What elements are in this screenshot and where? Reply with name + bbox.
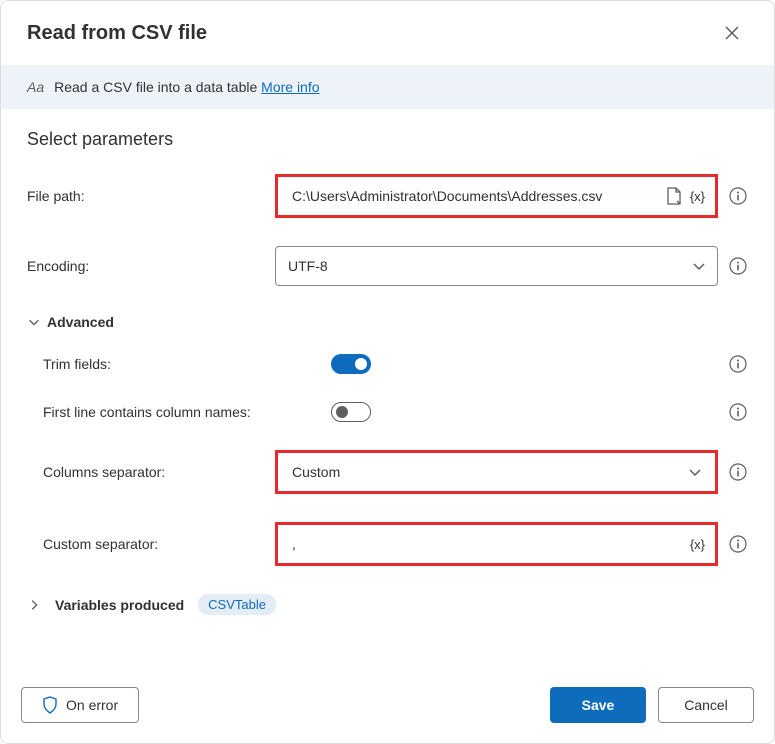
columns-separator-control: Custom [275, 450, 718, 494]
encoding-label: Encoding: [27, 258, 265, 274]
info-icon[interactable] [728, 534, 748, 554]
on-error-button[interactable]: On error [21, 687, 139, 723]
toggle-knob [336, 406, 348, 418]
variable-badge[interactable]: CSVTable [198, 594, 276, 615]
columns-separator-value: Custom [292, 464, 687, 480]
dialog-window: Read from CSV file Aa Read a CSV file in… [0, 0, 775, 744]
trim-fields-row: Trim fields: [43, 354, 748, 374]
encoding-row: Encoding: UTF-8 [27, 246, 748, 286]
variable-picker-icon[interactable]: {x} [690, 537, 705, 552]
title-bar: Read from CSV file [1, 1, 774, 65]
variable-picker-icon[interactable]: {x} [690, 189, 705, 204]
file-path-input[interactable] [290, 187, 658, 205]
cancel-label: Cancel [684, 697, 728, 713]
first-line-names-label: First line contains column names: [43, 404, 321, 420]
more-info-link[interactable]: More info [261, 79, 319, 95]
trim-fields-toggle[interactable] [331, 354, 371, 374]
variables-produced-label[interactable]: Variables produced [55, 597, 184, 613]
columns-separator-label: Columns separator: [43, 464, 265, 480]
section-title: Select parameters [27, 129, 748, 150]
encoding-control: UTF-8 [275, 246, 718, 286]
advanced-body: Trim fields: First line contains column … [27, 354, 748, 566]
info-icon[interactable] [728, 186, 748, 206]
save-button[interactable]: Save [550, 687, 646, 723]
trim-fields-label: Trim fields: [43, 356, 321, 372]
info-description: Read a CSV file into a data table [54, 79, 257, 95]
text-icon: Aa [27, 79, 44, 95]
chevron-down-icon [691, 258, 707, 274]
dialog-footer: On error Save Cancel [1, 670, 774, 743]
close-icon [725, 26, 739, 40]
dialog-title: Read from CSV file [27, 22, 207, 45]
info-icon[interactable] [728, 354, 748, 374]
encoding-value: UTF-8 [288, 258, 691, 274]
chevron-right-icon[interactable] [27, 598, 41, 612]
info-icon[interactable] [728, 402, 748, 422]
dialog-body: Select parameters File path: {x} Encodin… [1, 109, 774, 670]
custom-separator-label: Custom separator: [43, 536, 265, 552]
file-path-input-wrap: {x} [280, 179, 713, 213]
chevron-down-icon [27, 315, 41, 329]
columns-separator-row: Columns separator: Custom [43, 450, 748, 494]
close-button[interactable] [716, 17, 748, 49]
file-path-label: File path: [27, 188, 265, 204]
info-icon[interactable] [728, 462, 748, 482]
info-strip: Aa Read a CSV file into a data table Mor… [1, 65, 774, 109]
info-text: Read a CSV file into a data table More i… [54, 79, 319, 95]
encoding-select[interactable]: UTF-8 [275, 246, 718, 286]
first-line-names-control [331, 402, 718, 422]
toggle-knob [355, 358, 367, 370]
on-error-label: On error [66, 697, 118, 713]
shield-icon [42, 696, 58, 714]
trim-fields-control [331, 354, 718, 374]
custom-separator-input[interactable] [290, 535, 684, 553]
custom-separator-control: {x} [275, 522, 718, 566]
custom-separator-input-wrap: {x} [280, 527, 713, 561]
custom-separator-row: Custom separator: {x} [43, 522, 748, 566]
file-path-row: File path: {x} [27, 174, 748, 218]
variables-produced-row: Variables produced CSVTable [27, 594, 748, 615]
advanced-title: Advanced [47, 314, 114, 330]
columns-separator-select[interactable]: Custom [280, 455, 713, 489]
file-path-control: {x} [275, 174, 718, 218]
save-label: Save [582, 697, 615, 713]
first-line-names-toggle[interactable] [331, 402, 371, 422]
file-picker-icon[interactable] [664, 186, 684, 206]
first-line-names-row: First line contains column names: [43, 402, 748, 422]
chevron-down-icon [687, 464, 703, 480]
advanced-expander[interactable]: Advanced [27, 314, 748, 330]
info-icon[interactable] [728, 256, 748, 276]
cancel-button[interactable]: Cancel [658, 687, 754, 723]
